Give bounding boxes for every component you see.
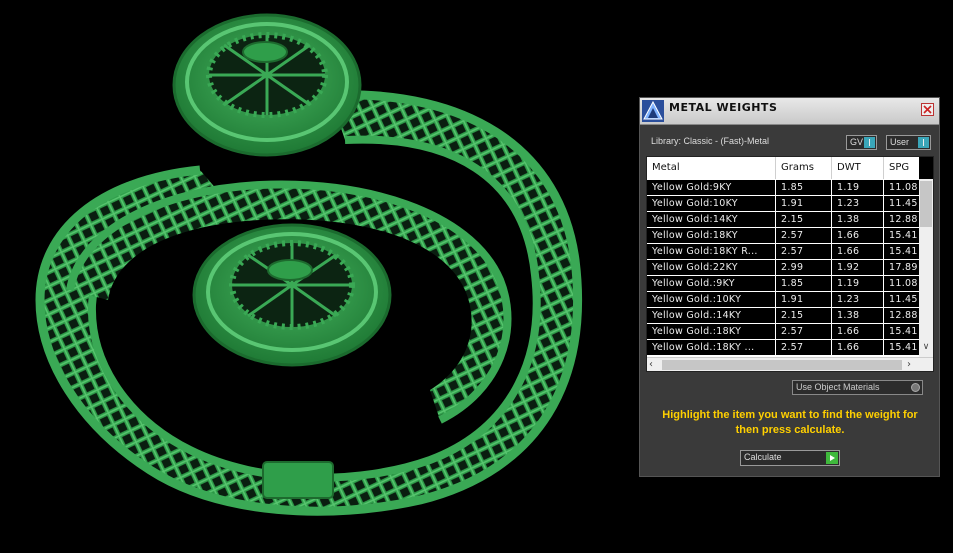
play-arrow-icon xyxy=(826,452,838,464)
cell-metal: Yellow Gold.:18KY ... xyxy=(647,340,776,355)
use-object-materials-label: Use Object Materials xyxy=(796,382,880,392)
table-row[interactable]: Yellow Gold.:9KY 1.85 1.19 11.08 xyxy=(647,276,919,292)
cell-grams: 2.57 xyxy=(776,228,832,243)
cell-metal: Yellow Gold.:10KY xyxy=(647,292,776,307)
table-row[interactable]: Yellow Gold:10KY 1.91 1.23 11.45 xyxy=(647,196,919,212)
cell-grams: 1.91 xyxy=(776,292,832,307)
cell-dwt: 1.19 xyxy=(832,180,884,195)
cell-dwt: 1.66 xyxy=(832,244,884,259)
cell-metal: Yellow Gold:10KY xyxy=(647,196,776,211)
table-row[interactable]: Yellow Gold:18KY R... 2.57 1.66 15.41 xyxy=(647,244,919,260)
horizontal-scroll-thumb[interactable] xyxy=(662,360,902,370)
table-body: Yellow Gold:9KY 1.85 1.19 11.08 Yellow Gold:… xyxy=(647,180,919,356)
table-row[interactable]: Yellow Gold.:18KY ... 2.57 1.66 15.41 xyxy=(647,340,919,356)
table-row[interactable]: Yellow Gold.:14KY 2.15 1.38 12.88 xyxy=(647,308,919,324)
close-button[interactable] xyxy=(921,103,934,116)
metal-table[interactable]: Metal Grams DWT SPG Yellow Gold:9KY 1.85 1… xyxy=(646,156,934,372)
gv-toggle-knob xyxy=(864,137,875,148)
table-row[interactable]: Yellow Gold:14KY 2.15 1.38 12.88 xyxy=(647,212,919,228)
table-row[interactable]: Yellow Gold.:18KY 2.57 1.66 15.41 xyxy=(647,324,919,340)
cell-dwt: 1.66 xyxy=(832,228,884,243)
scroll-right-icon[interactable]: › xyxy=(907,359,917,371)
table-row[interactable]: Yellow Gold.:10KY 1.91 1.23 11.45 xyxy=(647,292,919,308)
cell-grams: 1.91 xyxy=(776,196,832,211)
column-header-metal[interactable]: Metal xyxy=(647,157,776,179)
3d-viewport[interactable] xyxy=(0,0,630,553)
cell-metal: Yellow Gold.:9KY xyxy=(647,276,776,291)
middle-disc xyxy=(192,223,392,367)
gv-toggle-label: GV xyxy=(850,137,864,147)
cell-spg: 11.45 xyxy=(889,294,918,305)
table-row[interactable]: Yellow Gold:9KY 1.85 1.19 11.08 xyxy=(647,180,919,196)
top-disc xyxy=(172,13,362,157)
cell-grams: 2.15 xyxy=(776,212,832,227)
cell-grams: 2.15 xyxy=(776,308,832,323)
cell-dwt: 1.23 xyxy=(832,292,884,307)
scroll-left-icon[interactable]: ‹ xyxy=(649,359,659,371)
app-logo-icon xyxy=(642,100,664,122)
cell-spg: 15.41 xyxy=(889,342,918,353)
metal-weights-panel: METAL WEIGHTS Library: Classic - (Fast)-… xyxy=(639,97,940,477)
cell-metal: Yellow Gold:18KY xyxy=(647,228,776,243)
cell-metal: Yellow Gold:9KY xyxy=(647,180,776,195)
cell-dwt: 1.19 xyxy=(832,276,884,291)
cell-dwt: 1.23 xyxy=(832,196,884,211)
panel-title: METAL WEIGHTS xyxy=(669,101,778,114)
cell-grams: 2.99 xyxy=(776,260,832,275)
cell-metal: Yellow Gold:22KY xyxy=(647,260,776,275)
column-header-grams[interactable]: Grams xyxy=(776,157,832,179)
table-header: Metal Grams DWT SPG xyxy=(647,157,919,179)
cell-dwt: 1.38 xyxy=(832,308,884,323)
scrollbar-header-cap xyxy=(919,157,933,179)
cell-spg: 11.45 xyxy=(889,198,918,209)
cell-grams: 2.57 xyxy=(776,244,832,259)
table-row[interactable]: Yellow Gold:18KY 2.57 1.66 15.41 xyxy=(647,228,919,244)
cell-spg: 11.08 xyxy=(889,278,918,289)
user-toggle[interactable]: User xyxy=(886,135,931,150)
user-toggle-label: User xyxy=(890,137,910,147)
cell-spg: 12.88 xyxy=(889,214,918,225)
vertical-scroll-thumb[interactable] xyxy=(920,181,932,227)
cell-spg: 15.41 xyxy=(889,326,918,337)
cell-grams: 1.85 xyxy=(776,276,832,291)
cell-spg: 15.41 xyxy=(889,230,918,241)
library-label: Library: Classic - (Fast)-Metal xyxy=(651,136,770,146)
use-object-materials-toggle[interactable]: Use Object Materials xyxy=(792,380,923,395)
table-row[interactable]: Yellow Gold:22KY 2.99 1.92 17.89 xyxy=(647,260,919,276)
cell-spg: 12.88 xyxy=(889,310,918,321)
cell-metal: Yellow Gold:18KY R... xyxy=(647,244,776,259)
cell-metal: Yellow Gold:14KY xyxy=(647,212,776,227)
cell-dwt: 1.38 xyxy=(832,212,884,227)
cell-dwt: 1.66 xyxy=(832,340,884,355)
cell-grams: 2.57 xyxy=(776,324,832,339)
cell-dwt: 1.66 xyxy=(832,324,884,339)
vertical-scrollbar[interactable]: ∨ xyxy=(919,157,933,357)
column-header-spg[interactable]: SPG xyxy=(884,157,924,179)
scroll-down-icon[interactable]: ∨ xyxy=(920,341,932,353)
close-icon xyxy=(923,105,932,114)
column-header-dwt[interactable]: DWT xyxy=(832,157,884,179)
cell-spg: 17.89 xyxy=(889,262,918,273)
cell-grams: 1.85 xyxy=(776,180,832,195)
cell-metal: Yellow Gold.:14KY xyxy=(647,308,776,323)
panel-titlebar[interactable]: METAL WEIGHTS xyxy=(640,98,939,125)
calculate-label: Calculate xyxy=(744,452,782,462)
instruction-text: Highlight the item you want to find the … xyxy=(662,409,918,436)
horizontal-scrollbar[interactable]: ‹ › xyxy=(647,357,933,371)
radio-dot-icon xyxy=(911,383,920,392)
user-toggle-knob xyxy=(918,137,929,148)
cell-metal: Yellow Gold.:18KY xyxy=(647,324,776,339)
cell-spg: 11.08 xyxy=(889,182,918,193)
cell-dwt: 1.92 xyxy=(832,260,884,275)
calculate-button[interactable]: Calculate xyxy=(740,450,840,466)
cell-spg: 15.41 xyxy=(889,246,918,257)
gv-toggle[interactable]: GV xyxy=(846,135,877,150)
cell-grams: 2.57 xyxy=(776,340,832,355)
